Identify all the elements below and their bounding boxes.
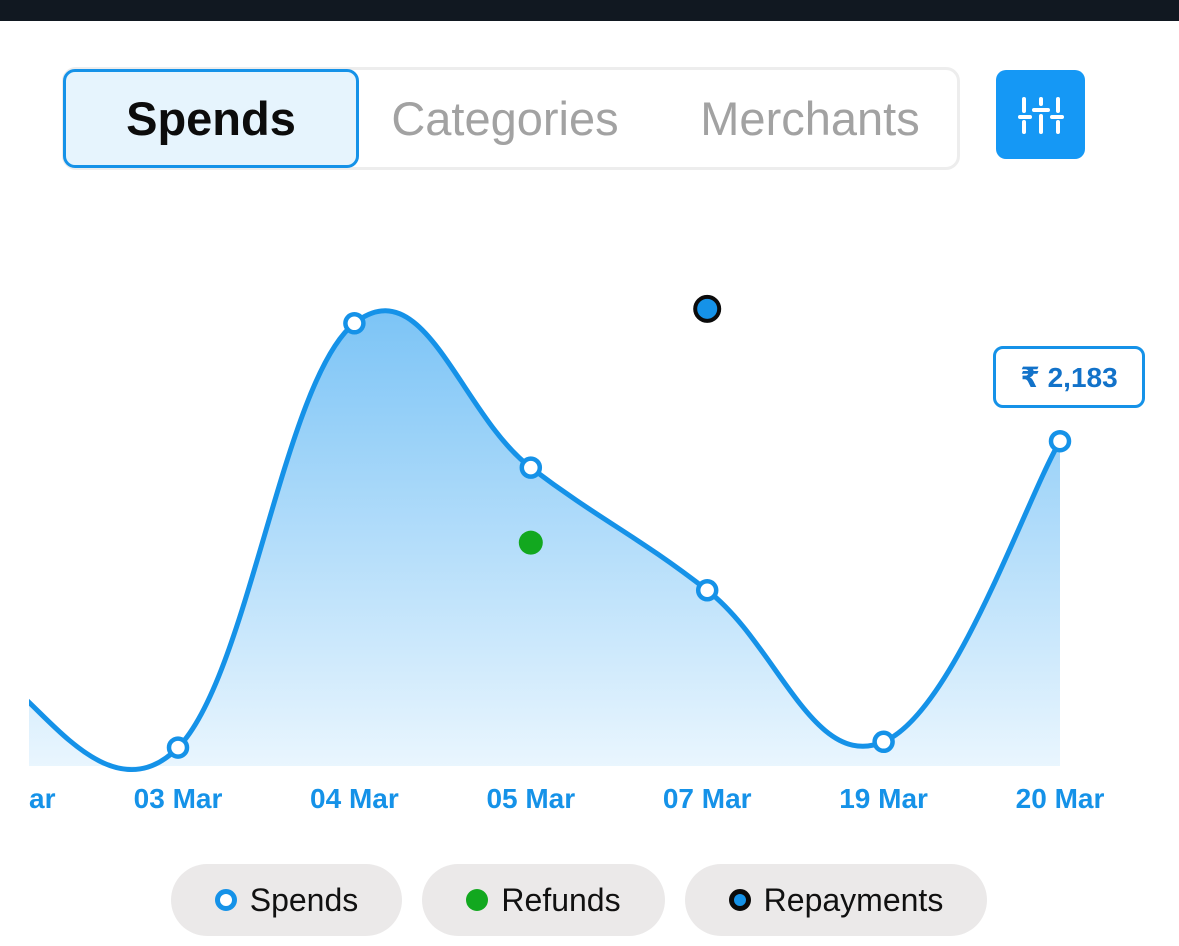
spends-point-20-mar: [1048, 429, 1072, 453]
spends-chart: ar 03 Mar 04 Mar 05 Mar 07 Mar 19 Mar 20 Mar: [29, 294, 1105, 814]
repayments-point: [693, 294, 722, 323]
x-tick-label: 03 Mar: [134, 783, 223, 814]
tab-merchants[interactable]: Merchants: [680, 70, 940, 167]
repayments-dot-icon: [728, 889, 751, 911]
spends-point-07-mar: [695, 579, 719, 602]
legend-spends[interactable]: Spends: [171, 864, 402, 936]
x-tick-label: ar: [29, 783, 56, 814]
legend-refunds[interactable]: Refunds: [422, 864, 665, 936]
x-tick-label: 07 Mar: [663, 783, 752, 814]
spends-dot-icon: [214, 889, 237, 911]
spends-point-04-mar: [343, 312, 366, 335]
view-tabs: Spends Categories Merchants: [62, 67, 960, 170]
spends-point-05-mar: [519, 456, 543, 479]
tab-spends[interactable]: Spends: [63, 69, 359, 168]
sliders-icon: [1017, 96, 1064, 134]
legend-spends-label: Spends: [249, 881, 359, 918]
status-bar: [0, 0, 1179, 21]
refunds-point: [518, 530, 543, 555]
x-tick-label: 05 Mar: [486, 783, 575, 814]
tab-categories[interactable]: Categories: [375, 70, 635, 167]
legend-repayments-label: Repayments: [763, 881, 944, 918]
x-tick-label: 19 Mar: [839, 783, 928, 814]
value-tooltip: ₹ 2,183: [993, 346, 1145, 408]
legend-refunds-label: Refunds: [501, 881, 621, 918]
refunds-dot-icon: [466, 889, 489, 911]
filter-button[interactable]: [996, 70, 1085, 159]
x-tick-label: 04 Mar: [310, 783, 399, 814]
spends-point-19-mar: [872, 730, 895, 754]
spends-point-03-mar: [166, 736, 190, 759]
legend-repayments[interactable]: Repayments: [685, 864, 987, 936]
x-tick-label: 20 Mar: [1016, 783, 1105, 814]
